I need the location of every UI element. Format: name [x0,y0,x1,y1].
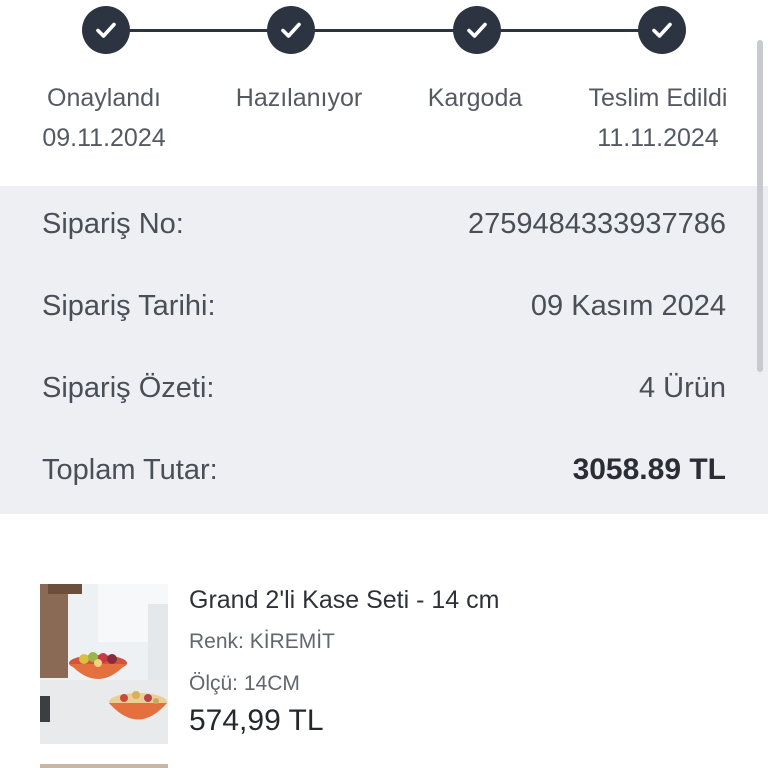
order-detail-page: Onaylandı 09.11.2024 Hazılanıyor Kargoda… [0,0,768,768]
step-delivered-check-icon [638,6,686,54]
tracker-line [106,29,662,32]
order-date-value: 09 Kasım 2024 [530,289,726,322]
step-delivered-label: Teslim Edildi [588,84,728,112]
product-item[interactable]: Grand 2'li Kase Seti - 14 cm Renk: KİREM… [40,584,740,744]
step-delivered-date: 11.11.2024 [597,124,719,152]
step-preparing-check-icon [267,6,315,54]
product-price: 574,99 TL [189,704,324,737]
step-delivered: Teslim Edildi 11.11.2024 [558,78,758,158]
order-number-label: Sipariş No: [42,207,184,240]
vertical-scrollbar[interactable] [757,40,763,372]
order-status-tracker: Onaylandı 09.11.2024 Hazılanıyor Kargoda… [0,0,768,186]
step-confirmed-label: Onaylandı [47,84,161,112]
step-shipping-label: Kargoda [427,84,523,112]
order-summary-panel: Sipariş No: 2759484333937786 Sipariş Tar… [0,186,768,514]
order-total-label: Toplam Tutar: [42,453,218,486]
order-summary-value: 4 Ürün [638,371,726,404]
step-confirmed-check-icon [82,6,130,54]
step-shipping-check-icon [453,6,501,54]
product-color: Renk: KİREMİT [189,630,335,653]
step-confirmed: Onaylandı 09.11.2024 [4,78,204,158]
step-shipping: Kargoda [375,78,575,118]
order-number-value: 2759484333937786 [467,207,726,240]
order-summary-row: Sipariş Özeti: 4 Ürün [42,368,726,408]
order-total-row: Toplam Tutar: 3058.89 TL [42,450,726,490]
order-date-label: Sipariş Tarihi: [42,289,216,322]
order-number-row: Sipariş No: 2759484333937786 [42,204,726,244]
product-size: Ölçü: 14CM [189,672,300,695]
order-date-row: Sipariş Tarihi: 09 Kasım 2024 [42,286,726,326]
step-preparing: Hazılanıyor [199,78,399,118]
order-total-value: 3058.89 TL [572,453,726,486]
next-product-thumbnail[interactable] [40,764,168,768]
bowl-set-photo[interactable] [40,584,168,744]
order-summary-label: Sipariş Özeti: [42,371,215,404]
product-name[interactable]: Grand 2'li Kase Seti - 14 cm [189,586,499,615]
step-preparing-label: Hazılanıyor [235,84,363,112]
step-confirmed-date: 09.11.2024 [42,124,166,152]
